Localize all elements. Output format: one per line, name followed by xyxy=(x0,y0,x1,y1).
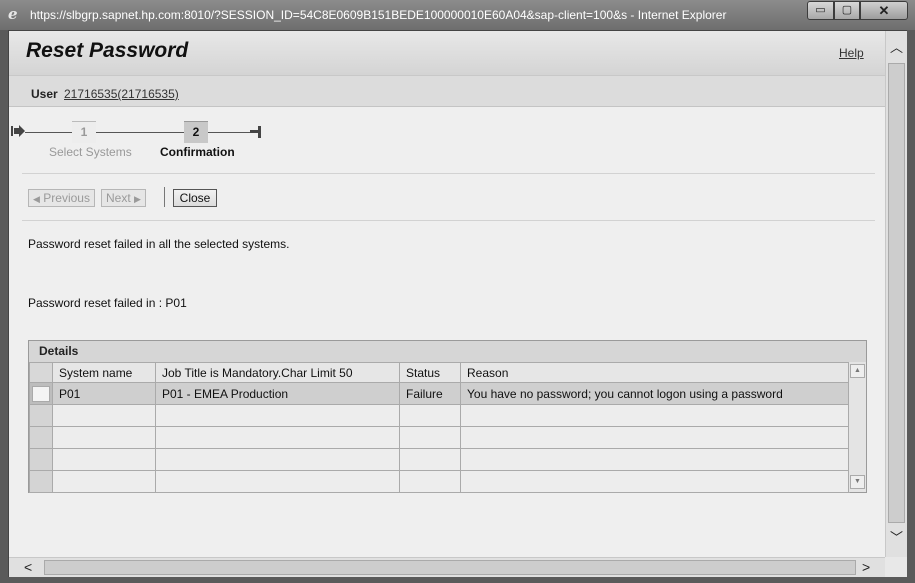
end-marker-icon xyxy=(250,126,261,138)
status-message: Password reset failed in all the selecte… xyxy=(28,237,290,251)
column-header[interactable]: Job Title is Mandatory.Char Limit 50 xyxy=(155,362,400,383)
divider xyxy=(22,173,875,174)
details-grid: System name Job Title is Mandatory.Char … xyxy=(29,362,850,493)
row-selector[interactable] xyxy=(29,382,53,405)
chevron-up-icon[interactable]: ︿ xyxy=(890,37,903,56)
roadmap-connector xyxy=(25,132,72,133)
table-row[interactable]: P01 P01 - EMEA Production Failure You ha… xyxy=(29,382,850,405)
toolbar-separator xyxy=(164,187,165,207)
chevron-left-icon: ◀ xyxy=(33,194,40,204)
user-link[interactable]: 21716535(21716535) xyxy=(64,87,179,101)
window-titlebar: e https://slbgrp.sapnet.hp.com:8010/?SES… xyxy=(0,0,915,30)
roadmap: 1 2 Select Systems Confirmation xyxy=(9,107,885,175)
table-row xyxy=(29,426,850,449)
table-row xyxy=(29,448,850,471)
select-all-column[interactable] xyxy=(29,362,53,383)
scrollbar-thumb[interactable] xyxy=(888,63,905,523)
chevron-up-icon[interactable]: ▲ xyxy=(850,364,865,378)
roadmap-step-2-label[interactable]: Confirmation xyxy=(160,145,235,159)
details-title: Details xyxy=(29,341,866,362)
browser-content: Reset Password Help User 21716535(217165… xyxy=(8,30,907,577)
chevron-right-icon: ▶ xyxy=(134,194,141,204)
page-header: Reset Password Help xyxy=(9,31,885,76)
chevron-down-icon[interactable]: ﹀ xyxy=(890,527,903,546)
roadmap-step-1[interactable]: 1 xyxy=(72,121,96,143)
chevron-down-icon[interactable]: ▼ xyxy=(850,475,865,489)
next-button-label: Next xyxy=(106,191,131,205)
previous-button-label: Previous xyxy=(43,191,90,205)
column-header[interactable]: System name xyxy=(52,362,156,383)
table-cell: P01 xyxy=(52,382,156,405)
table-cell: P01 - EMEA Production xyxy=(155,382,400,405)
chevron-right-icon[interactable]: > xyxy=(862,559,870,575)
table-row xyxy=(29,404,850,427)
divider xyxy=(22,220,875,221)
table-cell: Failure xyxy=(399,382,461,405)
column-header[interactable]: Reason xyxy=(460,362,850,383)
row-selector xyxy=(29,448,53,471)
row-selector xyxy=(29,470,53,493)
previous-button[interactable]: ◀ Previous xyxy=(28,189,95,207)
minimize-button[interactable]: ▭ xyxy=(807,1,834,20)
window-title: https://slbgrp.sapnet.hp.com:8010/?SESSI… xyxy=(30,8,727,22)
failed-systems-message: Password reset failed in : P01 xyxy=(28,296,187,310)
row-selector xyxy=(29,426,53,449)
user-bar: User 21716535(21716535) xyxy=(9,76,885,107)
details-table-panel: Details System name Job Title is Mandato… xyxy=(28,340,867,493)
maximize-button[interactable]: ▢ xyxy=(834,1,860,20)
roadmap-step-2[interactable]: 2 xyxy=(184,121,208,143)
roadmap-connector xyxy=(96,132,184,133)
scrollbar-thumb[interactable] xyxy=(44,560,856,575)
table-row xyxy=(29,470,850,493)
close-button[interactable]: Close xyxy=(173,189,217,207)
roadmap-step-1-label[interactable]: Select Systems xyxy=(49,145,132,159)
arrow-right-icon xyxy=(11,125,25,137)
table-cell: You have no password; you cannot logon u… xyxy=(460,382,850,405)
column-header[interactable]: Status xyxy=(399,362,461,383)
page-vertical-scrollbar[interactable]: ︿ ﹀ xyxy=(885,31,907,557)
page-horizontal-scrollbar[interactable]: < > xyxy=(9,557,885,577)
table-scrollbar[interactable]: ▲ ▼ xyxy=(848,362,866,492)
scrollbar-corner xyxy=(885,557,907,577)
roadmap-connector xyxy=(208,132,250,133)
next-button[interactable]: Next ▶ xyxy=(101,189,146,207)
chevron-left-icon[interactable]: < xyxy=(24,559,32,575)
window-close-button[interactable]: ✕ xyxy=(860,1,908,20)
user-label: User xyxy=(31,87,58,101)
page-title: Reset Password xyxy=(26,39,189,62)
help-link[interactable]: Help xyxy=(839,46,864,60)
internet-explorer-icon: e xyxy=(8,5,18,23)
row-selector xyxy=(29,404,53,427)
